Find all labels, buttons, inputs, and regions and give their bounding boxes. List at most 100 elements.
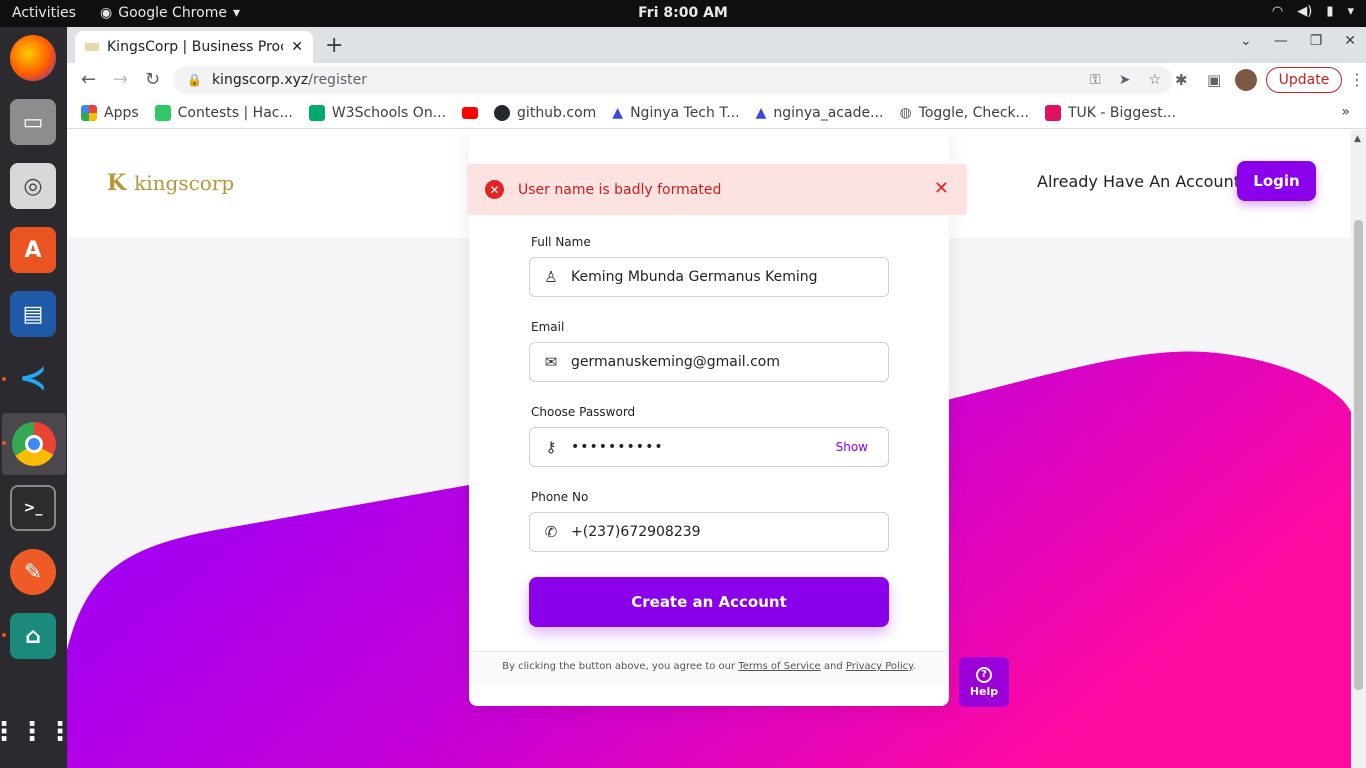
postman-icon[interactable]: ✎: [10, 549, 56, 595]
back-icon[interactable]: ←: [81, 69, 96, 90]
terms-text: .: [912, 661, 916, 672]
register-card: Full Name ♙ Email ✉ Choose Password ⚷ ••…: [469, 130, 949, 706]
bookmark-label: Nginya Tech T...: [630, 104, 740, 121]
bookmark-label: nginya_acade...: [773, 104, 884, 121]
tab-active[interactable]: KingsCorp | Business Proc ✕: [75, 31, 313, 63]
running-indicator: [2, 633, 6, 637]
send-icon[interactable]: ➤: [1119, 72, 1131, 88]
update-button[interactable]: Update: [1266, 67, 1342, 93]
help-button[interactable]: ? Help: [959, 657, 1009, 707]
privacy-policy-link[interactable]: Privacy Policy: [846, 661, 913, 672]
running-indicator: [2, 441, 6, 445]
youtube-icon: [462, 106, 479, 119]
firefox-icon[interactable]: [10, 35, 56, 81]
vscode-icon[interactable]: ≺: [10, 355, 56, 401]
triangle-logo-icon: ▲: [755, 104, 767, 121]
side-panel-icon[interactable]: ▣: [1207, 71, 1221, 89]
chrome-icon: [12, 422, 56, 466]
bookmarks-overflow-icon[interactable]: »: [1341, 104, 1350, 120]
tab-favicon-icon: [85, 43, 99, 51]
full-name-label: Full Name: [531, 235, 591, 249]
error-toast: ✕ User name is badly formated ✕: [467, 164, 967, 215]
forward-icon[interactable]: →: [113, 69, 128, 90]
logo-text: kingscorp: [134, 171, 235, 195]
logo-mark-icon: K: [107, 170, 127, 196]
kebab-menu-icon[interactable]: ⋮: [1349, 70, 1365, 89]
show-password-toggle[interactable]: Show: [836, 440, 868, 454]
files-icon[interactable]: ▭: [10, 99, 56, 145]
github-icon: [494, 104, 511, 121]
bookmark-youtube[interactable]: [462, 106, 479, 119]
phone-field[interactable]: ✆: [529, 512, 889, 552]
phone-icon: ✆: [544, 523, 558, 541]
page-scrollbar[interactable]: ▲: [1351, 130, 1366, 768]
extensions-icon[interactable]: ✱: [1175, 71, 1188, 89]
volume-icon: ◀): [1297, 4, 1313, 19]
hackerrank-icon: [154, 104, 171, 121]
battery-icon: ▮: [1326, 4, 1334, 19]
chrome-dock-item[interactable]: [2, 413, 66, 475]
bookmark-apps[interactable]: Apps: [81, 104, 139, 121]
password-field[interactable]: ⚷ •••••••••• Show: [529, 427, 889, 467]
w3schools-icon: [308, 104, 325, 121]
email-field[interactable]: ✉: [529, 342, 889, 382]
mail-icon: ✉: [544, 353, 558, 371]
rhythmbox-icon[interactable]: ◎: [10, 163, 56, 209]
key-icon[interactable]: ⚿: [1090, 72, 1101, 88]
system-tray[interactable]: ◠ ◀) ▮ ▾: [1272, 4, 1354, 19]
bookmark-nginya-tech[interactable]: ▲ Nginya Tech T...: [612, 105, 739, 121]
minimize-icon[interactable]: —: [1274, 33, 1288, 49]
bookmark-label: Apps: [104, 104, 139, 121]
bookmark-label: W3Schools On...: [331, 104, 447, 121]
scrollbar-thumb[interactable]: [1354, 220, 1363, 690]
profile-avatar[interactable]: [1235, 69, 1257, 91]
bookmark-github[interactable]: github.com: [494, 104, 596, 121]
reload-icon[interactable]: ↻: [145, 69, 160, 90]
clock[interactable]: Fri 8:00 AM: [0, 5, 1366, 21]
show-apps-icon[interactable]: ⋮⋮⋮: [0, 709, 73, 755]
bookmarks-bar: Apps Contests | Hac... W3Schools On... g…: [67, 97, 1366, 129]
bookmark-hackerrank[interactable]: Contests | Hac...: [154, 104, 293, 121]
browser-toolbar: ← → ↻ 🔒 kingscorp.xyz/register ⚿ ➤ ☆ ✱ ▣…: [67, 63, 1366, 97]
software-center-icon[interactable]: A: [10, 227, 56, 273]
address-bar[interactable]: 🔒 kingscorp.xyz/register ⚿ ➤ ☆: [173, 66, 1173, 94]
question-icon: ?: [976, 666, 992, 683]
running-indicator: [2, 377, 6, 381]
writer-icon[interactable]: ▤: [10, 291, 56, 337]
lock-icon: 🔒: [187, 73, 202, 87]
bookmark-tuk[interactable]: TUK - Biggest...: [1045, 104, 1176, 121]
password-label: Choose Password: [531, 405, 636, 419]
scroll-up-icon[interactable]: ▲: [1354, 134, 1361, 144]
phone-input[interactable]: [571, 524, 888, 540]
android-studio-icon[interactable]: ⌂: [10, 613, 56, 659]
email-input[interactable]: [571, 354, 888, 370]
error-icon: ✕: [485, 180, 504, 199]
terminal-icon[interactable]: >_: [10, 485, 56, 531]
bookmark-star-icon[interactable]: ☆: [1148, 72, 1161, 88]
bookmark-toggle[interactable]: ◍ Toggle, Check...: [899, 105, 1029, 121]
full-name-input[interactable]: [571, 269, 888, 285]
tab-title: KingsCorp | Business Proc: [107, 39, 284, 55]
full-name-field[interactable]: ♙: [529, 257, 889, 297]
close-icon[interactable]: ✕: [934, 178, 949, 199]
triangle-logo-icon: ▲: [612, 104, 624, 121]
new-tab-button[interactable]: +: [325, 33, 343, 58]
close-window-icon[interactable]: ✕: [1344, 33, 1356, 49]
maximize-icon[interactable]: ❐: [1310, 33, 1323, 49]
password-input[interactable]: ••••••••••: [571, 439, 664, 455]
tab-close-icon[interactable]: ✕: [291, 39, 303, 55]
terms-of-service-link[interactable]: Terms of Service: [738, 661, 820, 672]
login-button[interactable]: Login: [1237, 161, 1316, 201]
bookmark-nginya-academy[interactable]: ▲ nginya_acade...: [756, 105, 884, 121]
chevron-down-icon: ▾: [1347, 4, 1354, 19]
bookmark-w3schools[interactable]: W3Schools On...: [308, 104, 447, 121]
url-path: /register: [308, 72, 367, 88]
page-viewport: K kingscorp Already Have An Account? Log…: [67, 130, 1351, 768]
tab-strip: KingsCorp | Business Proc ✕ + ⌄ — ❐ ✕: [67, 27, 1366, 63]
tab-search-icon[interactable]: ⌄: [1240, 33, 1252, 49]
create-account-button[interactable]: Create an Account: [529, 577, 889, 627]
phone-label: Phone No: [531, 490, 589, 504]
key-icon: ⚷: [545, 438, 557, 456]
site-logo[interactable]: K kingscorp: [107, 170, 234, 196]
already-account-text: Already Have An Account?: [1037, 172, 1249, 191]
